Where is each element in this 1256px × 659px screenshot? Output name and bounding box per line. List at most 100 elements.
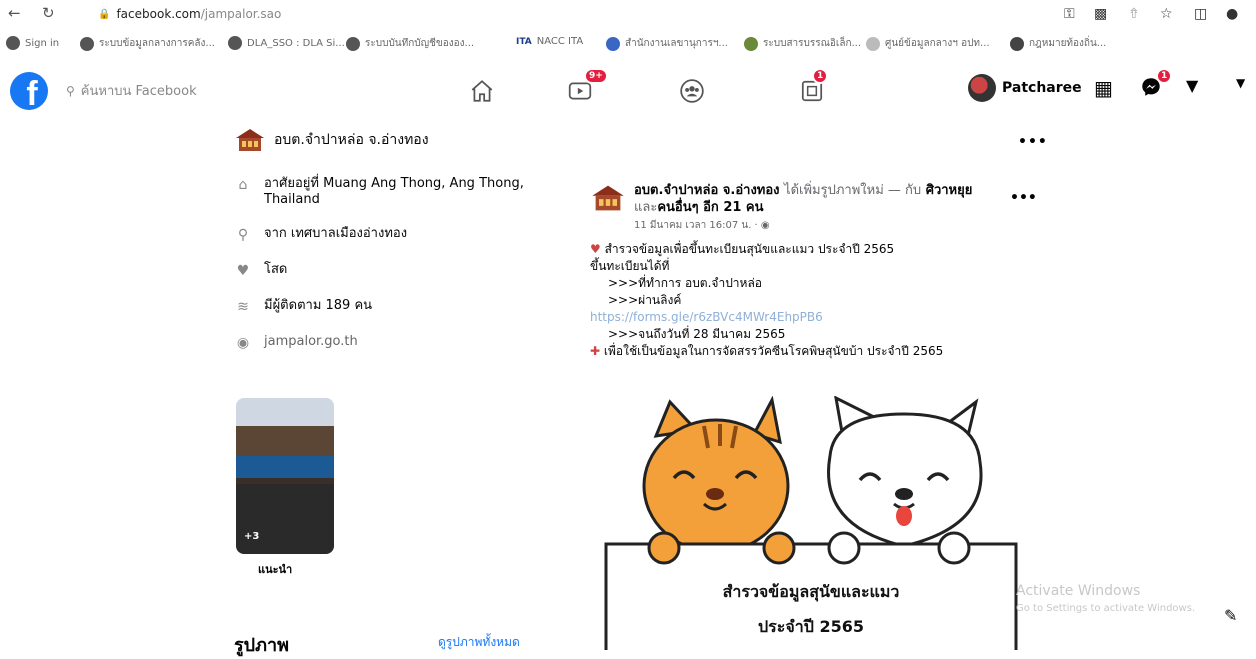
home-tab[interactable] — [462, 74, 502, 108]
search-input[interactable]: ⚲ ค้นหาบน Facebook — [66, 80, 197, 101]
post-options-icon[interactable]: ••• — [1010, 190, 1037, 206]
profile-icon[interactable]: ● — [1226, 6, 1238, 22]
sidepanel-icon[interactable]: ◫ — [1194, 6, 1207, 22]
url-host: facebook.com — [116, 7, 201, 21]
photos-title: รูปภาพ — [234, 635, 289, 656]
bookmark-item[interactable]: ระบบบันทึกบัญชีขององ... — [346, 36, 474, 51]
post-line: ขึ้นทะเบียนได้ที่ — [590, 259, 670, 273]
star-icon — [866, 36, 880, 51]
translate-icon[interactable]: ▩ — [1094, 6, 1107, 22]
info-relationship: ♥ โสด — [234, 262, 574, 280]
syringe-emoji-icon: ✚ — [590, 344, 601, 358]
browser-toolbar: ← ↻ 🔒 facebook.com/jampalor.sao ⚿ ▩ ⇮ ☆ … — [0, 0, 1256, 30]
page-name: อบต.จำปาหล่อ จ.อ่างทอง — [274, 132, 429, 148]
bell-icon[interactable]: ▼ — [1186, 76, 1198, 95]
facebook-logo-icon[interactable]: f — [10, 72, 48, 110]
tagged-name[interactable]: ศิวาหยุย — [926, 183, 973, 198]
profile-button[interactable]: Patcharee — [968, 74, 1082, 102]
home-icon — [471, 80, 493, 102]
back-icon[interactable]: ← — [8, 4, 21, 22]
address-bar[interactable]: 🔒 facebook.com/jampalor.sao — [98, 7, 281, 21]
pages-badge: 1 — [812, 68, 829, 84]
star-icon[interactable]: ☆ — [1160, 6, 1173, 22]
pages-tab[interactable]: 1 — [792, 68, 832, 108]
new-message-icon[interactable]: ✎ — [1224, 606, 1237, 625]
intro-card: อบต.จำปาหล่อ จ.อ่างทอง ⌂ อาศัยอยู่ที่ Mu… — [234, 126, 574, 352]
sign-line-2: ประจำปี 2565 — [758, 617, 864, 636]
post-time[interactable]: 11 มีนาคม เวลา 16:07 น. · ◉ — [634, 218, 994, 233]
see-all-photos-link[interactable]: ดูรูปภาพทั้งหมด — [438, 633, 520, 652]
avatar — [968, 74, 996, 102]
search-icon: ⚲ — [66, 83, 75, 98]
post-action: ได้เพิ่มรูปภาพใหม่ — กับ — [784, 183, 922, 198]
globe-icon — [346, 36, 360, 51]
sign-line-1: สำรวจข้อมูลสุนัขและแมว — [723, 582, 900, 603]
dog-illustration — [827, 396, 983, 548]
globe-icon: ◉ — [236, 335, 250, 351]
photo-count: +3 — [244, 531, 260, 542]
messenger-button[interactable]: 1 — [1140, 68, 1173, 102]
tagged-others[interactable]: คนอื่นๆ อีก 21 คน — [657, 200, 763, 215]
reload-icon[interactable]: ↻ — [42, 4, 55, 22]
globe-icon — [606, 36, 620, 51]
profile-name: Patcharee — [1002, 80, 1082, 96]
rss-icon: ≋ — [237, 299, 249, 315]
info-followers: ≋ มีผู้ติดตาม 189 คน — [234, 298, 574, 316]
bookmark-item[interactable]: ศูนย์ข้อมูลกลางฯ อปท... — [866, 36, 990, 51]
watch-tab[interactable]: 9+ — [560, 68, 608, 108]
bookmark-item[interactable]: กฎหมายท้องถิ่น... — [1010, 36, 1106, 51]
post-line: >>>ที่ทำการ อบต.จำปาหล่อ — [608, 276, 763, 290]
info-website[interactable]: ◉ jampalor.go.th — [234, 334, 574, 352]
lock-icon: 🔒 — [98, 8, 111, 20]
heart-icon: ♥ — [236, 263, 250, 279]
key-icon[interactable]: ⚿ — [1064, 6, 1075, 22]
windows-activation-watermark: Activate Windows Go to Settings to activ… — [1016, 583, 1196, 614]
recommend-label: แนะนำ — [258, 563, 293, 576]
page-avatar — [236, 129, 264, 151]
law-icon — [1010, 36, 1024, 51]
facebook-header: f ⚲ ค้นหาบน Facebook 9+ 1 Patcharee ▦ 1 … — [0, 60, 1256, 120]
location-pin-icon: ⚲ — [237, 227, 249, 243]
account-caret-icon[interactable]: ▼ — [1236, 76, 1245, 90]
post-card: อบต.จำปาหล่อ จ.อ่างทอง ได้เพิ่มรูปภาพใหม… — [590, 182, 1037, 360]
leaf-icon — [744, 36, 758, 51]
menu-grid-icon[interactable]: ▦ — [1094, 76, 1113, 100]
post-title: อบต.จำปาหล่อ จ.อ่างทอง ได้เพิ่มรูปภาพใหม… — [634, 182, 994, 216]
bookmark-item[interactable]: ระบบสารบรรณอิเล็ก... — [744, 36, 861, 51]
info-lives: ⌂ อาศัยอยู่ที่ Muang Ang Thong, Ang Thon… — [234, 176, 574, 208]
recommend-photo[interactable]: +3 — [236, 398, 334, 554]
url-path: /jampalor.sao — [200, 7, 282, 21]
post-avatar[interactable] — [590, 182, 626, 214]
form-link[interactable]: https://forms.gle/r6zBVc4MWr4EhpPB6 — [590, 309, 1020, 326]
bookmarks-bar: Sign in ระบบข้อมูลกลางการคลัง... DLA_SSO… — [0, 30, 1256, 58]
post-image[interactable]: สำรวจข้อมูลสุนัขและแมว ประจำปี 2565 — [604, 396, 1018, 650]
post-line: >>>จนถึงวันที่ 28 มีนาคม 2565 — [608, 327, 786, 341]
more-options-icon[interactable]: ••• — [1018, 134, 1048, 150]
globe-icon — [6, 36, 20, 50]
post-line: ♥ สำรวจข้อมูลเพื่อขึ้นทะเบียนสุนัขและแมว… — [590, 242, 895, 256]
bookmark-item[interactable]: ITA NACC ITA — [516, 36, 583, 47]
post-header: อบต.จำปาหล่อ จ.อ่างทอง ได้เพิ่มรูปภาพใหม… — [590, 182, 1020, 233]
globe-icon — [80, 36, 94, 51]
bookmark-item[interactable]: DLA_SSO : DLA Si... — [228, 36, 345, 50]
home-icon: ⌂ — [238, 177, 248, 193]
globe-icon: ◉ — [760, 220, 770, 231]
bookmark-item[interactable]: สำนักงานเลขานุการฯ... — [606, 36, 728, 51]
post-author[interactable]: อบต.จำปาหล่อ จ.อ่างทอง — [634, 183, 780, 198]
post-body: ♥ สำรวจข้อมูลเพื่อขึ้นทะเบียนสุนัขและแมว… — [590, 241, 1020, 360]
groups-tab[interactable] — [672, 74, 712, 108]
video-badge: 9+ — [584, 68, 608, 84]
post-line: >>>ผ่านลิงค์ — [608, 293, 682, 307]
bookmark-item[interactable]: ระบบข้อมูลกลางการคลัง... — [80, 36, 215, 51]
ita-icon: ITA — [516, 36, 532, 47]
building-sign — [236, 456, 334, 478]
dla-icon — [228, 36, 242, 50]
bookmark-item[interactable]: Sign in — [6, 36, 59, 50]
tagged-and: และ — [634, 200, 658, 215]
pet-emoji-icon: ♥ — [590, 242, 601, 256]
share-icon[interactable]: ⇮ — [1128, 6, 1140, 22]
info-from: ⚲ จาก เทศบาลเมืองอ่างทอง — [234, 226, 574, 244]
post-line: ✚ เพื่อใช้เป็นข้อมูลในการจัดสรรวัคซีนโรค… — [590, 344, 944, 358]
messenger-badge: 1 — [1156, 68, 1173, 84]
page-header[interactable]: อบต.จำปาหล่อ จ.อ่างทอง — [234, 126, 574, 154]
